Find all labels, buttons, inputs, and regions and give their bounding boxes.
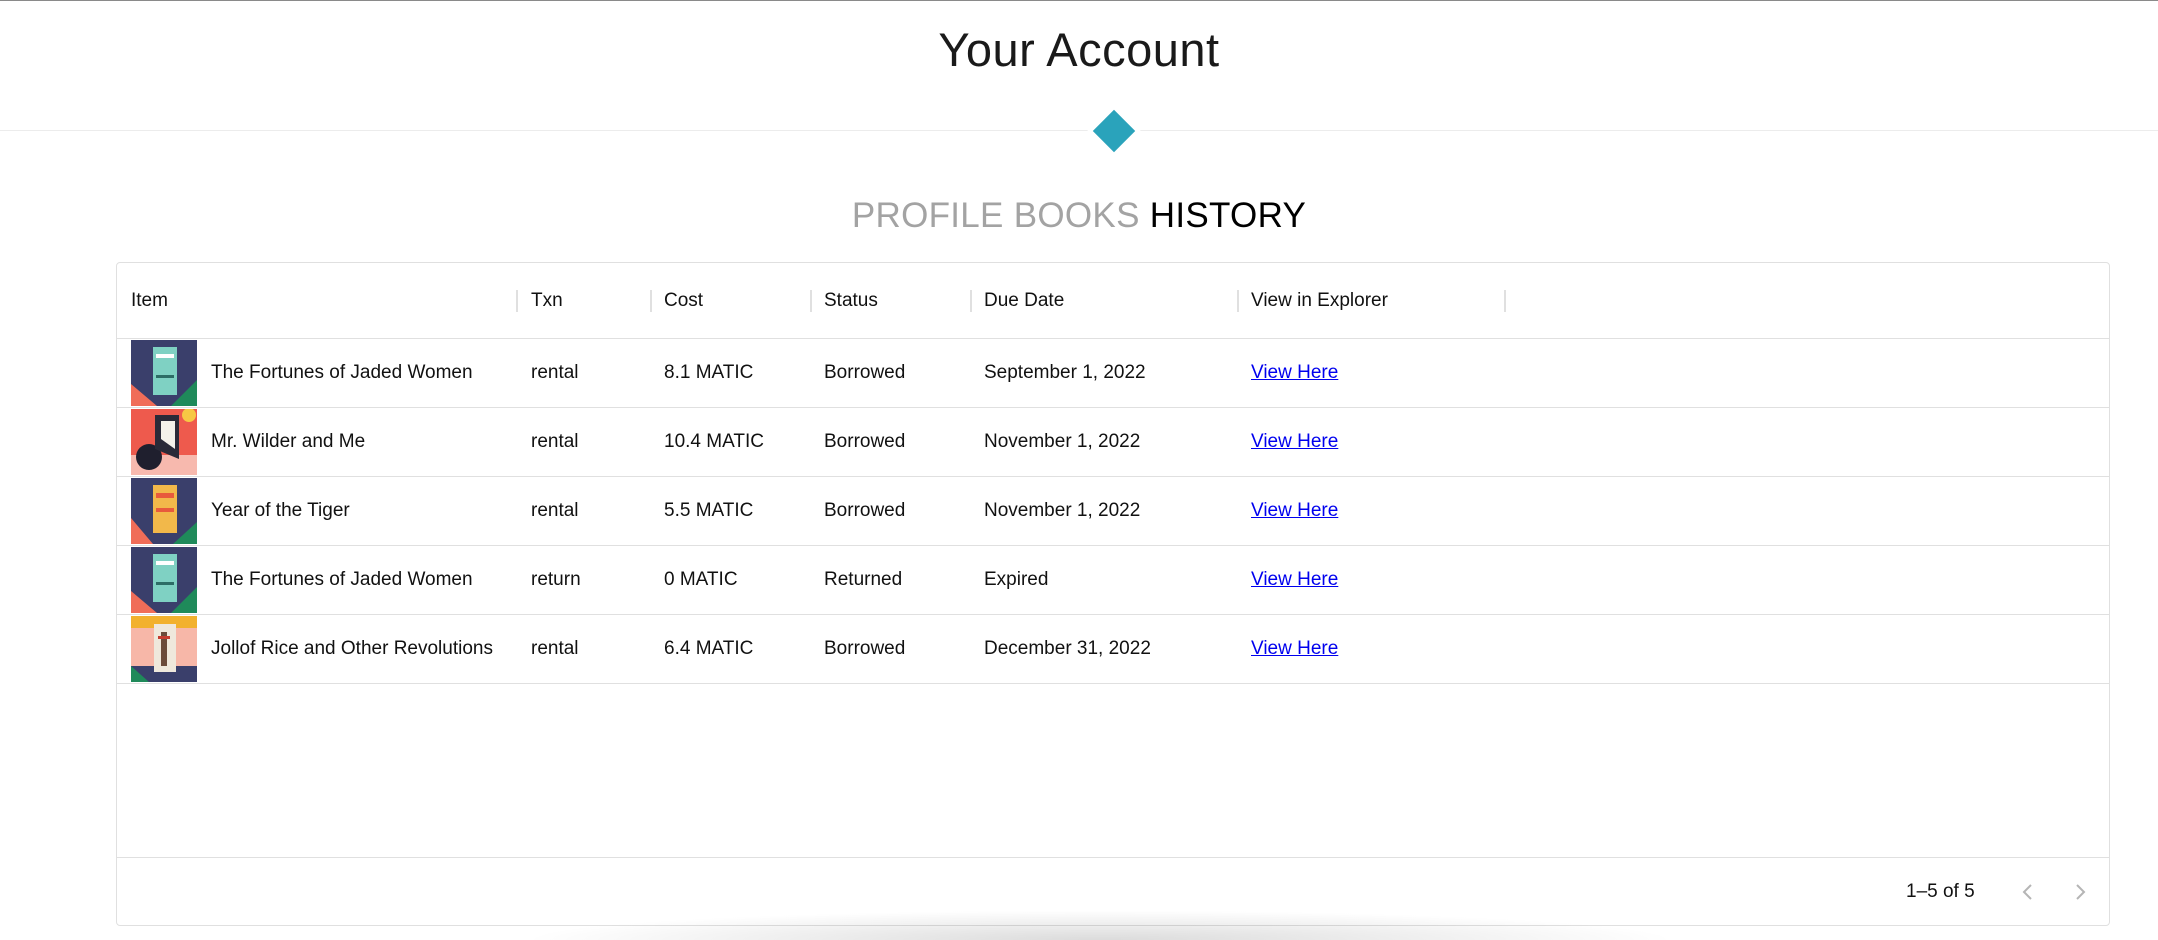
column-header-cost[interactable]: Cost xyxy=(664,263,703,338)
column-header-status[interactable]: Status xyxy=(824,263,878,338)
tab-profile[interactable]: PROFILE xyxy=(852,196,1004,236)
wilder-cover-image xyxy=(131,409,197,475)
item-title: Year of the Tiger xyxy=(211,500,350,521)
column-separator[interactable] xyxy=(1504,290,1506,312)
status-value: Borrowed xyxy=(824,362,906,383)
cost-value: 10.4 MATIC xyxy=(664,431,764,452)
cost-value: 8.1 MATIC xyxy=(664,362,754,383)
txn-type: rental xyxy=(531,638,579,659)
status-value: Borrowed xyxy=(824,431,906,452)
diamond-icon xyxy=(1092,109,1136,153)
item-title: Jollof Rice and Other Revolutions xyxy=(211,638,493,659)
jollof-cover-image xyxy=(131,616,197,682)
top-rule xyxy=(0,0,2158,1)
table-row[interactable]: The Fortunes of Jaded Women return 0 MAT… xyxy=(117,546,2109,615)
txn-type: rental xyxy=(531,362,579,383)
status-value: Borrowed xyxy=(824,638,906,659)
view-in-explorer-link[interactable]: View Here xyxy=(1251,339,1338,407)
table-row[interactable]: Jollof Rice and Other Revolutions rental… xyxy=(117,615,2109,684)
due-date-value: Expired xyxy=(984,569,1049,590)
tab-history[interactable]: HISTORY xyxy=(1150,196,1306,236)
account-tabs: PROFILE BOOKS HISTORY xyxy=(0,196,2158,236)
fortunes-cover-image xyxy=(131,547,197,613)
tab-books[interactable]: BOOKS xyxy=(1014,196,1140,236)
txn-type: rental xyxy=(531,500,579,521)
chevron-right-icon[interactable] xyxy=(2065,877,2095,907)
status-value: Returned xyxy=(824,569,903,590)
status-value: Borrowed xyxy=(824,500,906,521)
fortunes-cover-image xyxy=(131,340,197,406)
column-separator[interactable] xyxy=(970,290,972,312)
view-in-explorer-link[interactable]: View Here xyxy=(1251,477,1338,545)
column-header-txn[interactable]: Txn xyxy=(531,263,563,338)
view-in-explorer-link[interactable]: View Here xyxy=(1251,546,1338,614)
column-separator[interactable] xyxy=(810,290,812,312)
column-header-due-date[interactable]: Due Date xyxy=(984,263,1064,338)
txn-type: rental xyxy=(531,431,579,452)
cost-value: 6.4 MATIC xyxy=(664,638,754,659)
column-separator[interactable] xyxy=(516,290,518,312)
page-title: Your Account xyxy=(938,23,1220,76)
txn-type: return xyxy=(531,569,581,590)
due-date-value: November 1, 2022 xyxy=(984,500,1141,521)
tiger-cover-image xyxy=(131,478,197,544)
table-row[interactable]: Year of the Tiger rental 5.5 MATIC Borro… xyxy=(117,477,2109,546)
pagination-range: 1–5 of 5 xyxy=(1906,881,1975,902)
view-in-explorer-link[interactable]: View Here xyxy=(1251,615,1338,683)
item-title: The Fortunes of Jaded Women xyxy=(211,569,473,590)
column-separator[interactable] xyxy=(1237,290,1239,312)
due-date-value: December 31, 2022 xyxy=(984,638,1151,659)
section-divider xyxy=(0,130,2158,131)
item-title: The Fortunes of Jaded Women xyxy=(211,362,473,383)
history-table: Item Txn Cost Status Due Date View in Ex… xyxy=(116,262,2110,926)
table-row[interactable]: Mr. Wilder and Me rental 10.4 MATIC Borr… xyxy=(117,408,2109,477)
cost-value: 0 MATIC xyxy=(664,569,738,590)
column-header-view-in-explorer[interactable]: View in Explorer xyxy=(1251,263,1388,338)
table-row[interactable]: The Fortunes of Jaded Women rental 8.1 M… xyxy=(117,339,2109,408)
item-title: Mr. Wilder and Me xyxy=(211,431,366,452)
column-separator[interactable] xyxy=(650,290,652,312)
due-date-value: September 1, 2022 xyxy=(984,362,1146,383)
column-header-item[interactable]: Item xyxy=(131,263,168,338)
chevron-left-icon[interactable] xyxy=(2013,877,2043,907)
table-header: Item Txn Cost Status Due Date View in Ex… xyxy=(117,263,2109,339)
cost-value: 5.5 MATIC xyxy=(664,500,754,521)
view-in-explorer-link[interactable]: View Here xyxy=(1251,408,1338,476)
due-date-value: November 1, 2022 xyxy=(984,431,1141,452)
table-body: The Fortunes of Jaded Women rental 8.1 M… xyxy=(117,339,2109,684)
